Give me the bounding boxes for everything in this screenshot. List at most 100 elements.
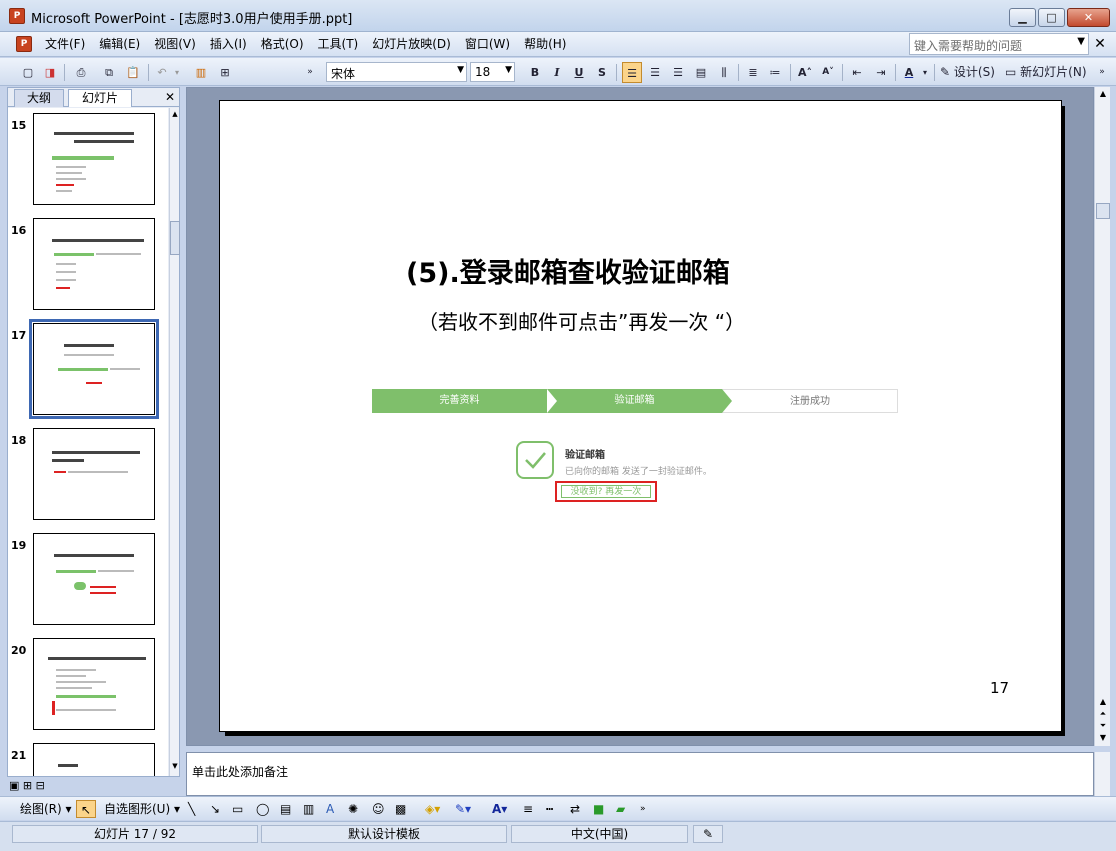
spelling-icon[interactable]: ✎ (693, 825, 723, 843)
slide-subtitle[interactable]: （若收不到邮件可点击”再发一次 “） (418, 306, 745, 335)
menu-format[interactable]: 格式(O) (254, 32, 311, 57)
slide-title[interactable]: (5).登录邮箱查收验证邮箱 (406, 251, 730, 290)
vertical-textbox-icon[interactable]: ▥ (303, 800, 314, 818)
chart-icon[interactable]: ▥ (192, 62, 210, 83)
thumbnail-row[interactable]: 20 (8, 638, 168, 738)
fill-color-icon[interactable]: ◈▾ (425, 800, 440, 818)
open-icon[interactable]: ◨ (42, 62, 58, 83)
distribute-icon[interactable]: ⫼ (715, 62, 733, 83)
thumbnail-row[interactable]: 21 (8, 743, 168, 776)
normal-view-icon[interactable]: ▣ (9, 779, 19, 792)
italic-button[interactable]: I (549, 62, 565, 83)
new-document-icon[interactable]: ▢ (20, 62, 36, 83)
chevron-down-icon[interactable]: ▼ (457, 65, 464, 75)
justify-icon[interactable]: ▤ (692, 62, 710, 83)
wordart-icon[interactable]: A (326, 800, 334, 818)
notes-scrollbar[interactable] (1094, 752, 1110, 796)
undo-icon[interactable]: ↶ (154, 62, 170, 83)
notes-placeholder[interactable]: 单击此处添加备注 (192, 763, 288, 780)
oval-icon[interactable]: ◯ (256, 800, 269, 818)
thumbnail-row[interactable]: 17 (8, 319, 168, 423)
slide-thumbnail[interactable] (33, 428, 155, 520)
slide-scrollbar[interactable]: ▲ ▲ ⏶ ⏷ ▼ (1094, 87, 1110, 746)
notes-pane[interactable]: 单击此处添加备注 (186, 752, 1094, 796)
font-color-icon[interactable]: A (900, 62, 918, 83)
arrow-style-icon[interactable]: ⇄ (570, 800, 580, 818)
design-button[interactable]: ✎ 设计(S) (940, 62, 1000, 83)
toolbar-options-icon[interactable]: » (640, 800, 646, 818)
table-icon[interactable]: ⊞ (216, 62, 234, 83)
textbox-icon[interactable]: ▤ (280, 800, 291, 818)
print-icon[interactable]: ⎙ (72, 62, 90, 83)
panel-close-icon[interactable]: ✕ (162, 88, 178, 106)
increase-font-icon[interactable]: A˄ (796, 62, 814, 83)
shadow-button[interactable]: S (594, 62, 610, 83)
scroll-down-icon[interactable]: ▼ (170, 762, 180, 774)
clipart-icon[interactable]: ☺ (372, 800, 385, 818)
menu-tools[interactable]: 工具(T) (311, 32, 366, 57)
select-pointer-icon[interactable]: ↖ (76, 800, 96, 818)
underline-button[interactable]: U (571, 62, 587, 83)
arrow-icon[interactable]: ↘ (210, 800, 220, 818)
slide-thumbnail[interactable] (33, 638, 155, 730)
decrease-indent-icon[interactable]: ⇤ (848, 62, 866, 83)
dash-style-icon[interactable]: ┅ (546, 800, 553, 818)
paste-icon[interactable]: 📋 (124, 62, 142, 83)
close-button[interactable]: ✕ (1067, 8, 1110, 27)
slide-thumbnail[interactable] (33, 743, 155, 776)
picture-icon[interactable]: ▩ (395, 800, 406, 818)
scroll-up-icon[interactable]: ▲ (1095, 89, 1111, 98)
next-slide-icon[interactable]: ⏷ (1095, 721, 1111, 731)
thumbnail-row[interactable]: 16 (8, 218, 168, 318)
rectangle-icon[interactable]: ▭ (232, 800, 243, 818)
tab-outline[interactable]: 大纲 (14, 89, 64, 107)
slide-sorter-icon[interactable]: ⊞ (23, 779, 32, 792)
menu-view[interactable]: 视图(V) (147, 32, 203, 57)
undo-dropdown-icon[interactable]: ▾ (172, 62, 182, 83)
maximize-button[interactable]: □ (1038, 8, 1065, 27)
menu-file[interactable]: 文件(F) (38, 32, 92, 57)
3d-style-icon[interactable]: ▰ (616, 800, 625, 818)
thumbnail-row[interactable]: 19 (8, 533, 168, 633)
scroll-bottom-icon[interactable]: ▼ (1095, 733, 1111, 742)
slide-thumbnail[interactable] (33, 218, 155, 310)
numbered-list-icon[interactable]: ≣ (744, 62, 762, 83)
thumbnail-row[interactable]: 18 (8, 428, 168, 528)
menu-edit[interactable]: 编辑(E) (92, 32, 147, 57)
font-size-select[interactable]: 18 ▼ (470, 62, 515, 82)
font-color-icon[interactable]: A▾ (492, 800, 507, 818)
chevron-down-icon[interactable]: ▼ (1077, 36, 1085, 47)
slide-canvas[interactable]: (5).登录邮箱查收验证邮箱 （若收不到邮件可点击”再发一次 “） 完善资料 验… (219, 100, 1062, 732)
align-left-icon[interactable]: ☰ (622, 62, 642, 83)
document-close-icon[interactable]: ✕ (1091, 34, 1109, 54)
powerpoint-app-icon[interactable]: P (9, 8, 25, 24)
scroll-thumb[interactable] (1096, 203, 1110, 219)
design-template[interactable]: 默认设计模板 (261, 825, 507, 843)
diagram-icon[interactable]: ✺ (348, 800, 358, 818)
previous-slide-icon[interactable]: ⏶ (1095, 709, 1111, 719)
menu-window[interactable]: 窗口(W) (458, 32, 517, 57)
line-color-icon[interactable]: ✎▾ (455, 800, 471, 818)
toolbar-overflow-icon[interactable]: » (1097, 62, 1107, 83)
line-icon[interactable]: ╲ (188, 800, 195, 818)
new-slide-button[interactable]: ▭ 新幻灯片(N) (1005, 62, 1093, 83)
bold-button[interactable]: B (527, 62, 543, 83)
slide-thumbnail[interactable] (33, 113, 155, 205)
menu-slideshow[interactable]: 幻灯片放映(D) (365, 32, 458, 57)
decrease-font-icon[interactable]: A˅ (819, 62, 837, 83)
thumbnail-row[interactable]: 15 (8, 113, 168, 213)
toolbar-options-icon[interactable]: » (305, 62, 315, 83)
menu-insert[interactable]: 插入(I) (203, 32, 254, 57)
font-name-select[interactable]: 宋体 ▼ (326, 62, 467, 82)
font-color-dropdown-icon[interactable]: ▾ (920, 62, 930, 83)
scroll-thumb[interactable] (170, 221, 180, 255)
scroll-down-icon[interactable]: ▲ (1095, 697, 1111, 706)
document-icon[interactable]: P (16, 36, 32, 52)
minimize-button[interactable]: ▁ (1009, 8, 1036, 27)
copy-icon[interactable]: ⧉ (100, 62, 118, 83)
line-style-icon[interactable]: ≡ (523, 800, 533, 818)
align-right-icon[interactable]: ☰ (669, 62, 687, 83)
bullet-list-icon[interactable]: ≔ (766, 62, 784, 83)
align-center-icon[interactable]: ☰ (646, 62, 664, 83)
chevron-down-icon[interactable]: ▼ (505, 65, 512, 75)
